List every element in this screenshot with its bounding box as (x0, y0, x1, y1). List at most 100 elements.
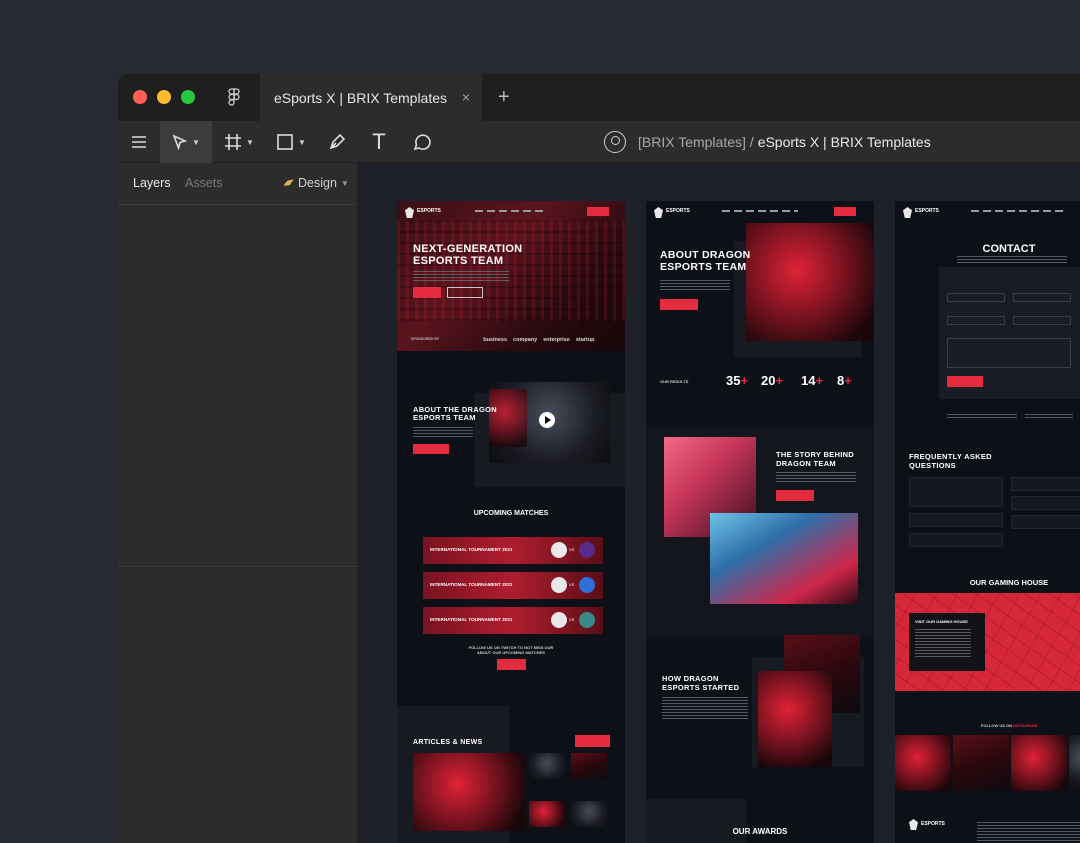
started-photo-2 (758, 671, 832, 767)
pen-tool-icon (329, 133, 346, 150)
instagram-photo (895, 735, 951, 791)
canvas[interactable]: ESPORTS NEXT-GENERATION ESPORTS TEAM SPO… (358, 163, 1080, 843)
shape-tool-button[interactable]: ▼ (268, 121, 314, 163)
nav-brand: ESPORTS (666, 208, 690, 214)
footer-brand: ESPORTS (921, 821, 945, 827)
story-copy (776, 472, 856, 482)
nav-links (971, 210, 1063, 212)
match-card: INTERNATIONAL TOURNAMENT 2021 VS (423, 537, 603, 564)
form-field-subject (1013, 316, 1071, 325)
form-field-phone (947, 316, 1005, 325)
artboard-home[interactable]: ESPORTS NEXT-GENERATION ESPORTS TEAM SPO… (397, 201, 625, 843)
chevron-down-icon: ▼ (340, 178, 349, 188)
dragon-logo-icon (405, 207, 414, 218)
artboard-about[interactable]: ESPORTS ABOUT DRAGON ESPORTS TEAM OUR RE… (646, 201, 874, 843)
frame-tool-button[interactable]: ▼ (216, 121, 262, 163)
match-title: INTERNATIONAL TOURNAMENT 2021 (430, 617, 513, 622)
faq-item (1011, 477, 1080, 491)
contact-title: CONTACT (982, 243, 1036, 255)
stat-number: 35 (726, 373, 741, 388)
articles-title: ARTICLES & NEWS (413, 739, 483, 746)
contact-email-line (947, 413, 1017, 418)
stat-plus: + (740, 373, 749, 388)
instagram-photo (1011, 735, 1067, 791)
team-logo-icon (551, 542, 567, 558)
hero-copy (413, 270, 509, 281)
match-card: INTERNATIONAL TOURNAMENT 2021 VS (423, 607, 603, 634)
panel-divider (118, 566, 358, 567)
started-title: HOW DRAGON ESPORTS STARTED (662, 674, 740, 692)
contact-nav: ESPORTS (895, 201, 1080, 223)
figma-window: eSports X | BRIX Templates × + ▼ ▼ ▼ T [… (118, 74, 1080, 843)
faq-title: FREQUENTLY ASKED QUESTIONS (909, 452, 992, 470)
nav-links (475, 210, 545, 212)
contact-phone-line (1025, 413, 1073, 418)
new-tab-button[interactable]: + (498, 86, 510, 109)
close-window-button[interactable] (133, 90, 147, 104)
stat-value: 20+ (761, 373, 783, 388)
form-field-email (1013, 293, 1071, 302)
vs-label: VS (569, 582, 575, 587)
follow-line-2: ABOUT OUR UPCOMING MATCHES (477, 650, 545, 655)
chevron-down-icon: ▼ (246, 137, 254, 147)
breadcrumb: [BRIX Templates] / eSports X | BRIX Temp… (604, 130, 931, 154)
tab-design[interactable]: Design ▼ (283, 176, 349, 190)
stat-plus: + (775, 373, 784, 388)
form-field-name (947, 293, 1005, 302)
hero-title-line-1: NEXT-GENERATION (413, 243, 523, 255)
about-title-line-2: ESPORTS TEAM (660, 260, 747, 273)
about-title: ABOUT DRAGON ESPORTS TEAM (660, 249, 751, 273)
hero-title: NEXT-GENERATION ESPORTS TEAM (413, 243, 522, 267)
instagram-label: FOLLOW US ON INSTAGRAM (895, 723, 1080, 728)
article-thumb (571, 753, 607, 779)
started-title-line-2: ESPORTS STARTED (662, 682, 740, 692)
stat-value: 35+ (726, 373, 748, 388)
opponent-logo-icon (579, 577, 595, 593)
partner-logo: enterprise (543, 337, 570, 343)
started-copy (662, 697, 748, 719)
text-tool-button[interactable]: T (360, 121, 398, 163)
plugin-icon (284, 179, 294, 186)
main-menu-button[interactable] (118, 121, 160, 163)
tab-assets[interactable]: Assets (185, 176, 223, 190)
artboard-contact[interactable]: ESPORTS CONTACT FREQUENTLY ASKED QUESTIO… (895, 201, 1080, 843)
close-tab-icon[interactable]: × (462, 89, 470, 105)
minimize-window-button[interactable] (157, 90, 171, 104)
instagram-photo (953, 735, 1009, 791)
frame-tool-icon (225, 134, 242, 150)
nav-brand: ESPORTS (417, 208, 441, 214)
file-tab[interactable]: eSports X | BRIX Templates × (260, 74, 482, 121)
breadcrumb-file[interactable]: eSports X | BRIX Templates (758, 134, 931, 150)
article-thumb (529, 801, 565, 827)
story-title-line-2: DRAGON TEAM (776, 458, 836, 468)
pen-tool-button[interactable] (318, 121, 356, 163)
partner-logo: business (483, 337, 508, 343)
tab-layers[interactable]: Layers (133, 176, 171, 190)
stat-value: 14+ (801, 373, 823, 388)
chevron-down-icon: ▼ (192, 137, 200, 147)
faq-item (909, 533, 1003, 547)
match-title: INTERNATIONAL TOURNAMENT 2021 (430, 582, 513, 587)
stat-number: 14 (801, 373, 816, 388)
maximize-window-button[interactable] (181, 90, 195, 104)
title-bar: eSports X | BRIX Templates × + (118, 74, 1080, 121)
about-button (413, 444, 449, 454)
move-tool-button[interactable]: ▼ (160, 121, 212, 163)
faq-item (1011, 496, 1080, 510)
about-title-line-2: ESPORTS TEAM (413, 413, 476, 422)
matches-title: UPCOMING MATCHES (473, 510, 549, 517)
about-button (660, 299, 698, 310)
about-title-line-1: ABOUT DRAGON (660, 249, 751, 261)
dragon-logo-icon (903, 207, 912, 218)
follow-button (497, 659, 526, 670)
faq-title-line-2: QUESTIONS (909, 460, 956, 470)
team-avatar-icon[interactable] (604, 131, 626, 153)
comment-tool-button[interactable] (402, 121, 442, 163)
contact-copy (957, 256, 1067, 263)
figma-logo-icon[interactable] (228, 88, 240, 107)
article-thumb (529, 753, 565, 779)
breadcrumb-team[interactable]: [BRIX Templates] / (638, 134, 754, 150)
faq-item (909, 513, 1003, 527)
stat-value: 8+ (837, 373, 852, 388)
follow-text: FOLLOW US ON TWITCH TO NOT MISS OUR ABOU… (397, 645, 625, 655)
